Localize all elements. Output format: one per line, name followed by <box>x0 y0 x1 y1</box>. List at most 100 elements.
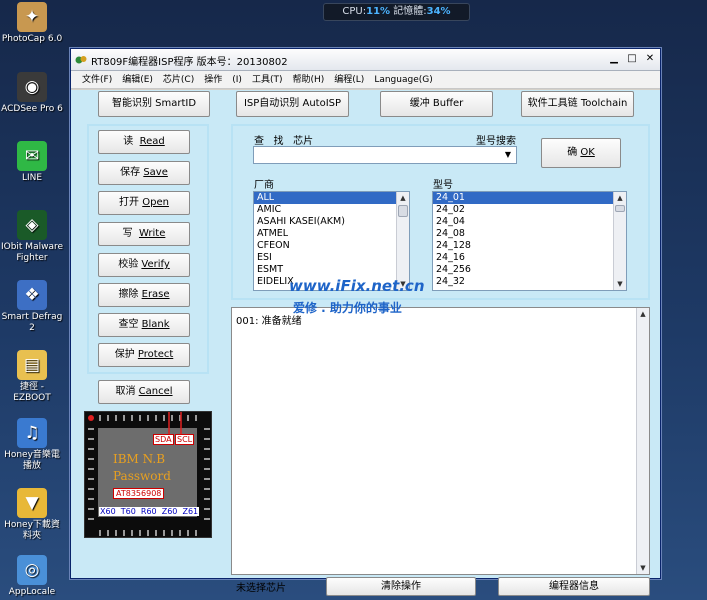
menu-file[interactable]: 文件(F) <box>77 71 117 89</box>
list-item[interactable]: ALL <box>254 192 409 204</box>
desktop-icon-applocale[interactable]: ◎ AppLocale <box>0 555 64 598</box>
cpu-value: 11% <box>366 6 391 17</box>
list-item[interactable]: 24_08 <box>433 228 626 240</box>
smart-defrag-icon: ❖ <box>17 280 47 310</box>
buffer-button[interactable]: 缓冲 Buffer <box>380 91 493 117</box>
log-output[interactable]: 001: 准备就绪 ▲ ▼ <box>231 307 650 575</box>
list-item[interactable]: AMIC <box>254 204 409 216</box>
app-icon <box>75 56 87 64</box>
auto-isp-button[interactable]: ISP自动识别 AutoISP <box>236 91 349 117</box>
status-cell-programmer[interactable]: 编程器信息 <box>498 577 650 596</box>
menu-tools[interactable]: 工具(T) <box>247 71 288 89</box>
watermark-url: www.iFix.net.cn <box>289 277 425 295</box>
menu-edit[interactable]: 编辑(E) <box>117 71 158 89</box>
scroll-up-icon[interactable]: ▲ <box>614 192 626 204</box>
cancel-button[interactable]: 取消 Cancel <box>98 380 190 404</box>
title-bar[interactable]: RT809F编程器ISP程序 版本号：20130802 ▁ □ ✕ <box>71 49 660 71</box>
list-item[interactable]: ASAHI KASEI(AKM) <box>254 216 409 228</box>
memory-value: 34% <box>426 6 451 17</box>
log-line: 001: 准备就绪 <box>236 316 302 327</box>
model-list[interactable]: 24_01 24_02 24_04 24_08 24_128 24_16 24_… <box>432 191 627 291</box>
watermark-slogan: 爱修 . 助力你的事业 <box>293 301 402 315</box>
desktop-icon-iobit[interactable]: ◈ IObit Malware Fighter <box>0 210 64 264</box>
list-item[interactable]: ATMEL <box>254 228 409 240</box>
client-area: 智能识别 SmartID ISP自动识别 AutoISP 缓冲 Buffer 软… <box>71 90 660 596</box>
chip-models-text: X60 T60 R60 Z60 Z61 <box>99 507 199 516</box>
desktop-icon-honey-music[interactable]: ♫ Honey音樂電播放 <box>0 418 64 472</box>
manufacturer-list[interactable]: ALL AMIC ASAHI KASEI(AKM) ATMEL CFEON ES… <box>253 191 410 291</box>
desktop-icon-smart-defrag[interactable]: ❖ Smart Defrag 2 <box>0 280 64 334</box>
close-icon[interactable]: ✕ <box>642 52 658 67</box>
menu-chip[interactable]: 芯片(C) <box>158 71 199 89</box>
scroll-up-icon[interactable]: ▲ <box>637 308 649 320</box>
applocale-icon: ◎ <box>17 555 47 585</box>
menu-help[interactable]: 帮助(H) <box>287 71 329 89</box>
pin-sda-label: SDA <box>153 434 174 445</box>
status-cell-operation[interactable]: 清除操作 <box>326 577 476 596</box>
blank-button[interactable]: 查空 Blank <box>98 313 190 337</box>
status-cell-chip: 未选择芯片 <box>236 583 286 594</box>
desktop-icon-photocap[interactable]: ✦ PhotoCap 6.0 <box>0 2 64 45</box>
scroll-thumb[interactable] <box>398 205 408 217</box>
chip-search-dropdown[interactable]: ▼ <box>253 146 517 164</box>
save-button[interactable]: 保存 Save <box>98 161 190 185</box>
list-item[interactable]: 24_01 <box>433 192 626 204</box>
maximize-icon[interactable]: □ <box>624 52 640 67</box>
chip-brand-text: IBM N.B <box>113 452 166 466</box>
acdsee-icon: ◉ <box>17 72 47 102</box>
list-item[interactable]: ESMT <box>254 264 409 276</box>
toolchain-button[interactable]: 软件工具链 Toolchain <box>521 91 634 117</box>
list-item[interactable]: CFEON <box>254 240 409 252</box>
desktop-icon-ezboot[interactable]: ▤ 捷徑 - EZBOOT <box>0 350 64 404</box>
chip-part-number: AT8356908 <box>113 488 165 499</box>
log-scrollbar[interactable]: ▲ ▼ <box>636 308 649 574</box>
model-scrollbar[interactable]: ▲ ▼ <box>613 192 626 290</box>
list-item[interactable]: 24_256 <box>433 264 626 276</box>
line-icon: ✉ <box>17 141 47 171</box>
read-button[interactable]: 读 Read <box>98 130 190 154</box>
photocap-icon: ✦ <box>17 2 47 32</box>
music-note-icon: ♫ <box>17 418 47 448</box>
menu-operate[interactable]: 操作 <box>199 71 227 89</box>
list-item[interactable]: ESI <box>254 252 409 264</box>
list-item[interactable]: 24_16 <box>433 252 626 264</box>
verify-button[interactable]: 校验 Verify <box>98 253 190 277</box>
scroll-up-icon[interactable]: ▲ <box>397 192 409 204</box>
list-item[interactable]: 24_128 <box>433 240 626 252</box>
folder-icon: ▤ <box>17 350 47 380</box>
chip-label-text: Password <box>113 469 171 483</box>
pin-scl-label: SCL <box>175 434 195 445</box>
erase-button[interactable]: 擦除 Erase <box>98 283 190 307</box>
write-button[interactable]: 写 Write <box>98 222 190 246</box>
list-item[interactable]: 24_32 <box>433 276 626 288</box>
list-item[interactable]: 24_04 <box>433 216 626 228</box>
search-hint: 型号搜索 <box>476 136 516 147</box>
chevron-down-icon[interactable]: ▼ <box>502 149 514 161</box>
scroll-down-icon[interactable]: ▼ <box>637 562 649 574</box>
manufacturer-label: 厂商 <box>254 180 274 191</box>
list-item[interactable]: 24_02 <box>433 204 626 216</box>
scroll-thumb[interactable] <box>615 205 625 212</box>
open-button[interactable]: 打开 Open <box>98 191 190 215</box>
ok-button[interactable]: 确 OK <box>541 138 621 168</box>
menu-program[interactable]: 编程(L) <box>329 71 369 89</box>
window-title: RT809F编程器ISP程序 版本号：20130802 <box>91 57 288 68</box>
desktop-icon-acdsee[interactable]: ◉ ACDSee Pro 6 <box>0 72 64 115</box>
cpu-label: CPU: <box>342 6 367 17</box>
system-meter: CPU:11% 記憶體:34% <box>323 3 470 21</box>
desktop-icon-honey-download[interactable]: ▼ Honey下載資料夾 <box>0 488 64 542</box>
search-label: 查 找 芯片 <box>254 136 314 147</box>
menu-bar: 文件(F) 编辑(E) 芯片(C) 操作 (I) 工具(T) 帮助(H) 编程(L) Langu… <box>71 71 660 89</box>
chip-image: SDA SCL IBM N.B Password AT8356908 X60 T… <box>84 411 212 538</box>
model-label: 型号 <box>433 180 453 191</box>
smart-id-button[interactable]: 智能识别 SmartID <box>98 91 210 117</box>
minimize-icon[interactable]: ▁ <box>606 52 622 67</box>
iobit-icon: ◈ <box>17 210 47 240</box>
protect-button[interactable]: 保护 Protect <box>98 343 190 367</box>
desktop-icon-line[interactable]: ✉ LINE <box>0 141 64 184</box>
menu-i[interactable]: (I) <box>227 71 247 89</box>
memory-label: 記憶體: <box>393 6 427 17</box>
scroll-down-icon[interactable]: ▼ <box>614 278 626 290</box>
menu-language[interactable]: Language(G) <box>369 71 437 89</box>
manufacturer-scrollbar[interactable]: ▲ ▼ <box>396 192 409 290</box>
